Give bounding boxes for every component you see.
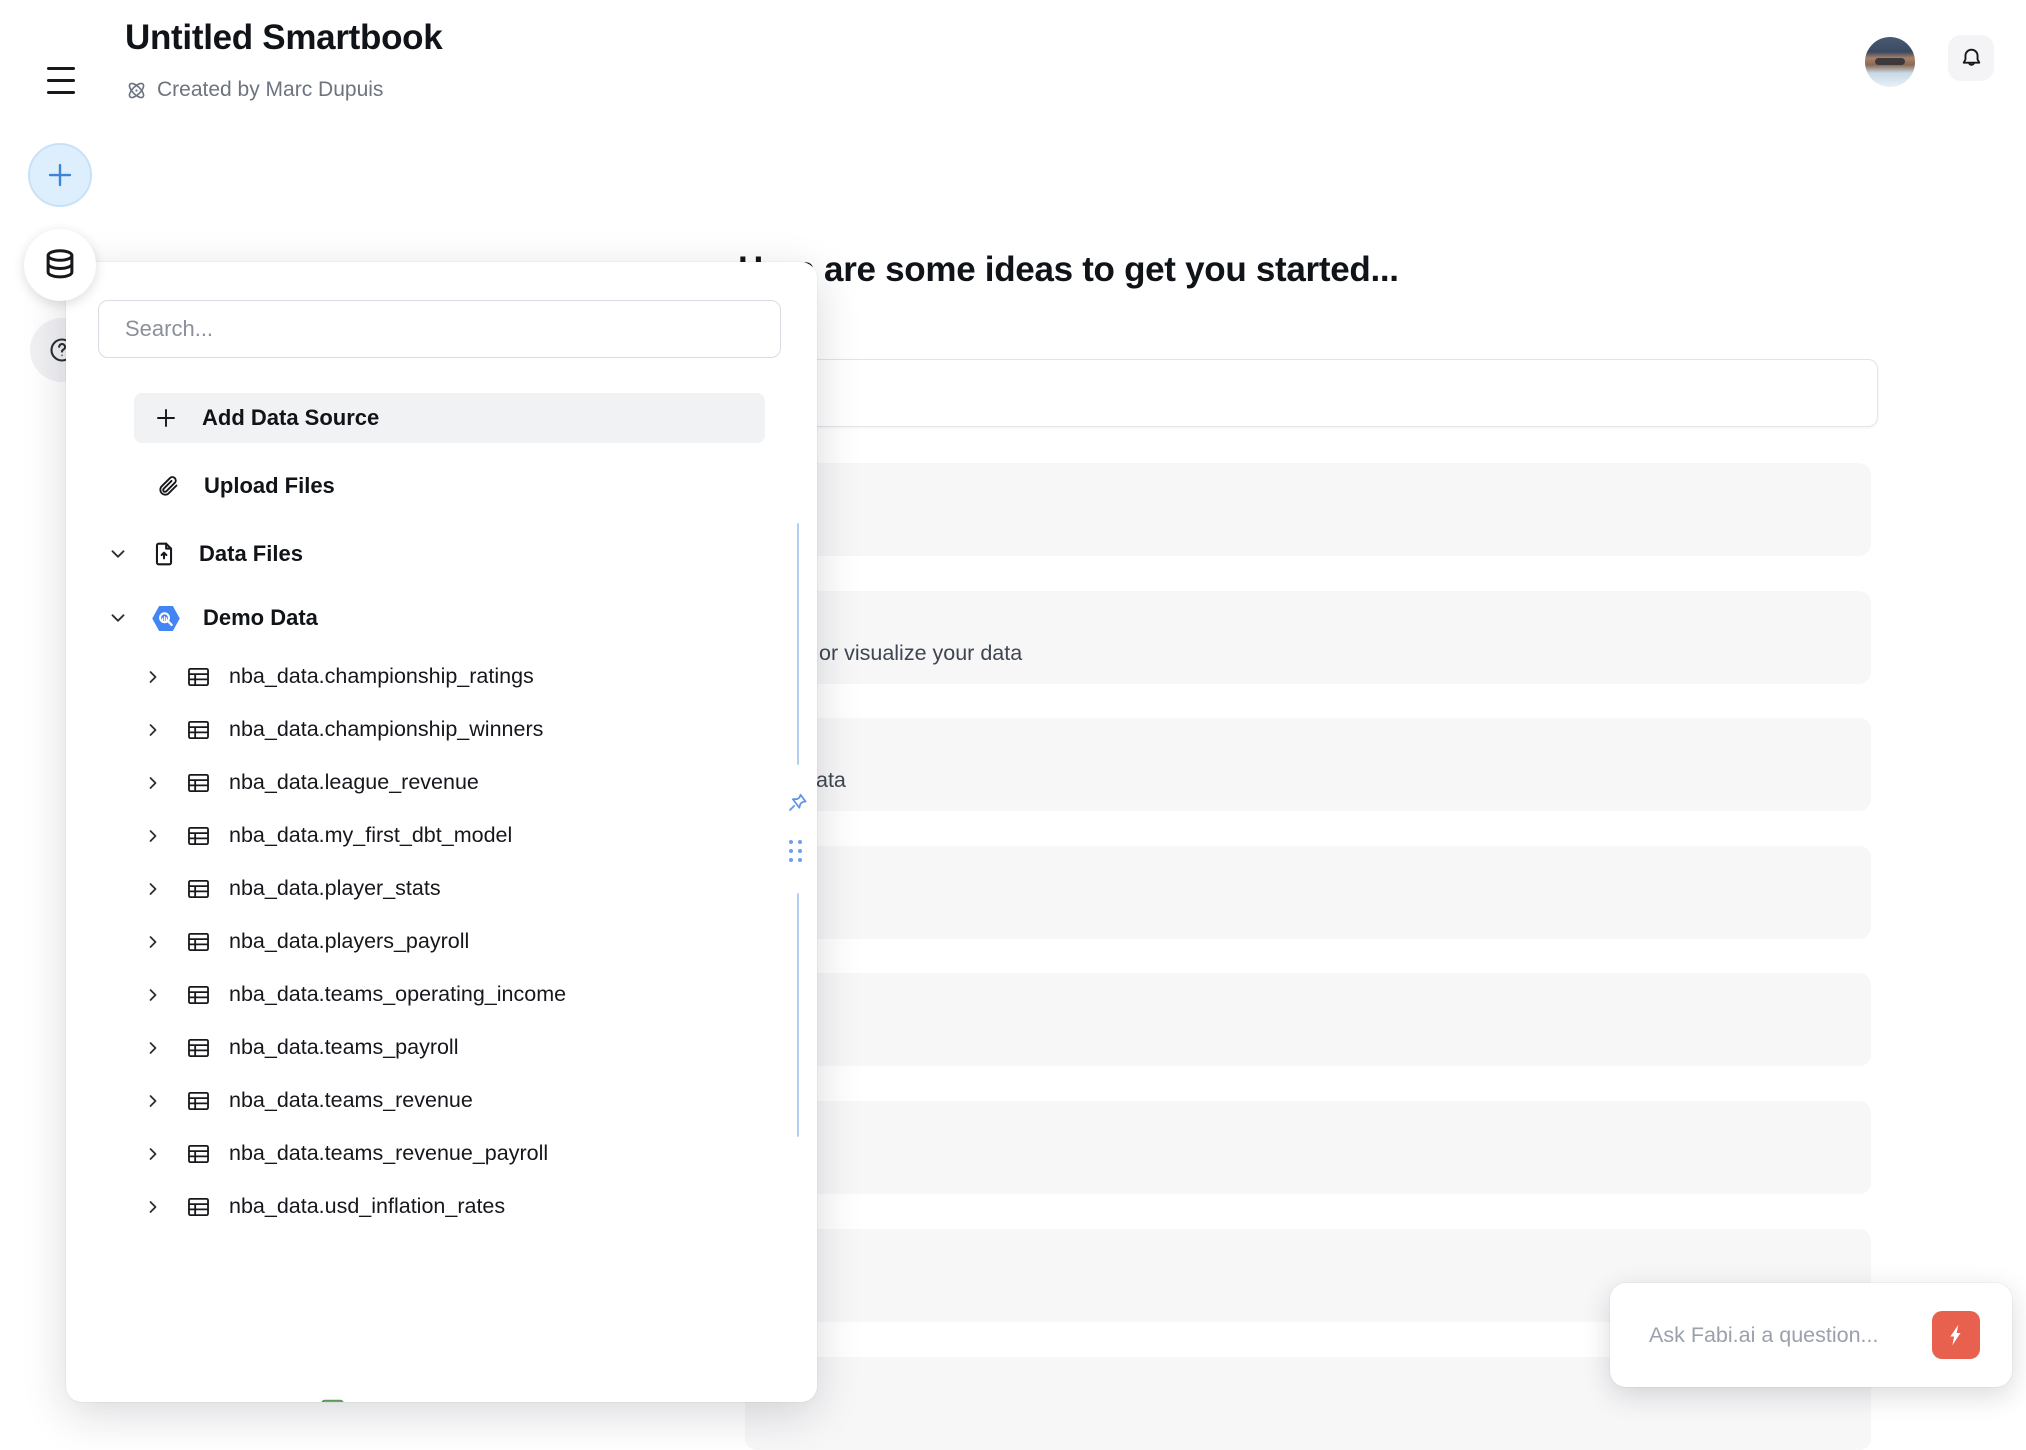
table-name: nba_data.my_first_dbt_model bbox=[229, 823, 512, 848]
panel-resize-divider[interactable] bbox=[797, 893, 799, 1137]
drag-handle-icon[interactable] bbox=[789, 840, 804, 866]
add-cell-button[interactable] bbox=[28, 143, 92, 207]
table-name: nba_data.players_payroll bbox=[229, 929, 469, 954]
pin-icon bbox=[786, 790, 810, 814]
menu-icon[interactable] bbox=[47, 67, 75, 94]
suggestion-card[interactable]: ata bbox=[745, 718, 1871, 811]
suggestion-card[interactable]: or visualize your data bbox=[745, 591, 1871, 684]
table-icon bbox=[187, 1091, 210, 1111]
chevron-right-icon[interactable] bbox=[143, 1197, 163, 1217]
chevron-right-icon[interactable] bbox=[143, 667, 163, 687]
bolt-icon bbox=[1943, 1322, 1969, 1348]
table-icon bbox=[187, 826, 210, 846]
app-window: Here are some ideas to get you started..… bbox=[0, 0, 2026, 1408]
add-data-source-button[interactable]: Add Data Source bbox=[134, 393, 765, 443]
table-row[interactable]: nba_data.teams_revenue bbox=[66, 1074, 766, 1127]
atom-icon bbox=[125, 79, 148, 102]
table-name: nba_data.teams_revenue_payroll bbox=[229, 1141, 548, 1166]
suggestion-text-fragment: ata bbox=[816, 768, 846, 793]
table-row[interactable]: nba_data.teams_revenue_payroll bbox=[66, 1127, 766, 1180]
suggestion-text-fragment: or visualize your data bbox=[819, 641, 1022, 666]
suggestion-card[interactable] bbox=[745, 846, 1871, 939]
table-icon bbox=[187, 879, 210, 899]
table-name: nba_data.championship_ratings bbox=[229, 664, 534, 689]
upload-files-label: Upload Files bbox=[204, 473, 335, 499]
chevron-down-icon[interactable] bbox=[107, 543, 129, 565]
table-row[interactable]: nba_data.teams_operating_income bbox=[66, 968, 766, 1021]
table-icon bbox=[187, 1144, 210, 1164]
ask-fabi-input[interactable] bbox=[1647, 1322, 1932, 1349]
bigquery-icon bbox=[151, 605, 181, 632]
table-row[interactable]: nba_data.my_first_dbt_model bbox=[66, 809, 766, 862]
table-name: nba_data.teams_operating_income bbox=[229, 982, 566, 1007]
data-sources-panel: Add Data Source Upload Files Data F bbox=[66, 262, 817, 1402]
table-name: nba_data.player_stats bbox=[229, 876, 441, 901]
table-row[interactable]: nba_data.league_revenue bbox=[66, 756, 766, 809]
table-name: nba_data.usd_inflation_rates bbox=[229, 1194, 505, 1219]
chevron-right-icon[interactable] bbox=[143, 985, 163, 1005]
chevron-right-icon[interactable] bbox=[143, 826, 163, 846]
group-label: Data Files bbox=[199, 541, 303, 567]
table-row[interactable]: nba_data.championship_ratings bbox=[66, 650, 766, 703]
table-row[interactable]: nba_data.championship_winners bbox=[66, 703, 766, 756]
chevron-right-icon[interactable] bbox=[143, 1038, 163, 1058]
ideas-heading: Here are some ideas to get you started..… bbox=[738, 250, 1399, 290]
google-sheet-icon bbox=[319, 1398, 346, 1403]
created-by-row: Created by Marc Dupuis bbox=[125, 78, 383, 102]
file-upload-icon bbox=[151, 541, 177, 567]
group-label: Demo Data bbox=[203, 605, 318, 631]
table-icon bbox=[187, 932, 210, 952]
chevron-down-icon[interactable] bbox=[107, 607, 129, 629]
chevron-right-icon[interactable] bbox=[143, 773, 163, 793]
paperclip-icon bbox=[156, 474, 180, 498]
add-data-source-label: Add Data Source bbox=[202, 405, 379, 431]
table-icon bbox=[187, 773, 210, 793]
panel-resize-divider[interactable] bbox=[797, 523, 799, 765]
plus-icon bbox=[154, 406, 178, 430]
table-list: nba_data.championship_ratings nba_data.c… bbox=[66, 650, 766, 1233]
table-row[interactable]: nba_data.players_payroll bbox=[66, 915, 766, 968]
chevron-right-icon[interactable] bbox=[143, 932, 163, 952]
table-icon bbox=[187, 985, 210, 1005]
chevron-right-icon[interactable] bbox=[143, 720, 163, 740]
group-label: Google Sheet Full... bbox=[378, 1398, 583, 1402]
chevron-right-icon[interactable] bbox=[143, 1091, 163, 1111]
group-google-sheet[interactable]: Google Sheet Full... bbox=[66, 1386, 766, 1402]
chevron-right-icon[interactable] bbox=[143, 879, 163, 899]
chevron-right-icon[interactable] bbox=[143, 1144, 163, 1164]
table-icon bbox=[187, 667, 210, 687]
group-demo-data[interactable]: Demo Data bbox=[66, 594, 766, 642]
data-sources-button[interactable] bbox=[24, 229, 96, 301]
database-icon bbox=[41, 246, 79, 284]
table-row[interactable]: nba_data.player_stats bbox=[66, 862, 766, 915]
suggestion-card[interactable] bbox=[745, 1101, 1871, 1194]
ask-submit-button[interactable] bbox=[1932, 1311, 1980, 1359]
table-name: nba_data.teams_revenue bbox=[229, 1088, 473, 1113]
pin-panel-button[interactable] bbox=[785, 789, 811, 815]
table-row[interactable]: nba_data.teams_payroll bbox=[66, 1021, 766, 1074]
search-box bbox=[98, 300, 781, 358]
page-title: Untitled Smartbook bbox=[125, 18, 442, 58]
table-icon bbox=[187, 1197, 210, 1217]
avatar[interactable] bbox=[1865, 37, 1915, 87]
upload-files-button[interactable]: Upload Files bbox=[134, 462, 765, 510]
search-input[interactable] bbox=[98, 300, 781, 358]
suggestion-card[interactable] bbox=[745, 463, 1871, 556]
prompt-input-box[interactable] bbox=[740, 359, 1878, 427]
created-by-label: Created by Marc Dupuis bbox=[157, 78, 383, 102]
table-name: nba_data.championship_winners bbox=[229, 717, 543, 742]
table-name: nba_data.league_revenue bbox=[229, 770, 479, 795]
plus-icon bbox=[45, 160, 75, 190]
table-icon bbox=[187, 1038, 210, 1058]
ask-fabi-bar bbox=[1610, 1283, 2012, 1387]
table-row[interactable]: nba_data.usd_inflation_rates bbox=[66, 1180, 766, 1233]
bell-icon bbox=[1959, 46, 1984, 71]
group-data-files[interactable]: Data Files bbox=[66, 530, 766, 578]
table-name: nba_data.teams_payroll bbox=[229, 1035, 459, 1060]
table-icon bbox=[187, 720, 210, 740]
notifications-button[interactable] bbox=[1948, 35, 1994, 81]
suggestion-card[interactable] bbox=[745, 973, 1871, 1066]
